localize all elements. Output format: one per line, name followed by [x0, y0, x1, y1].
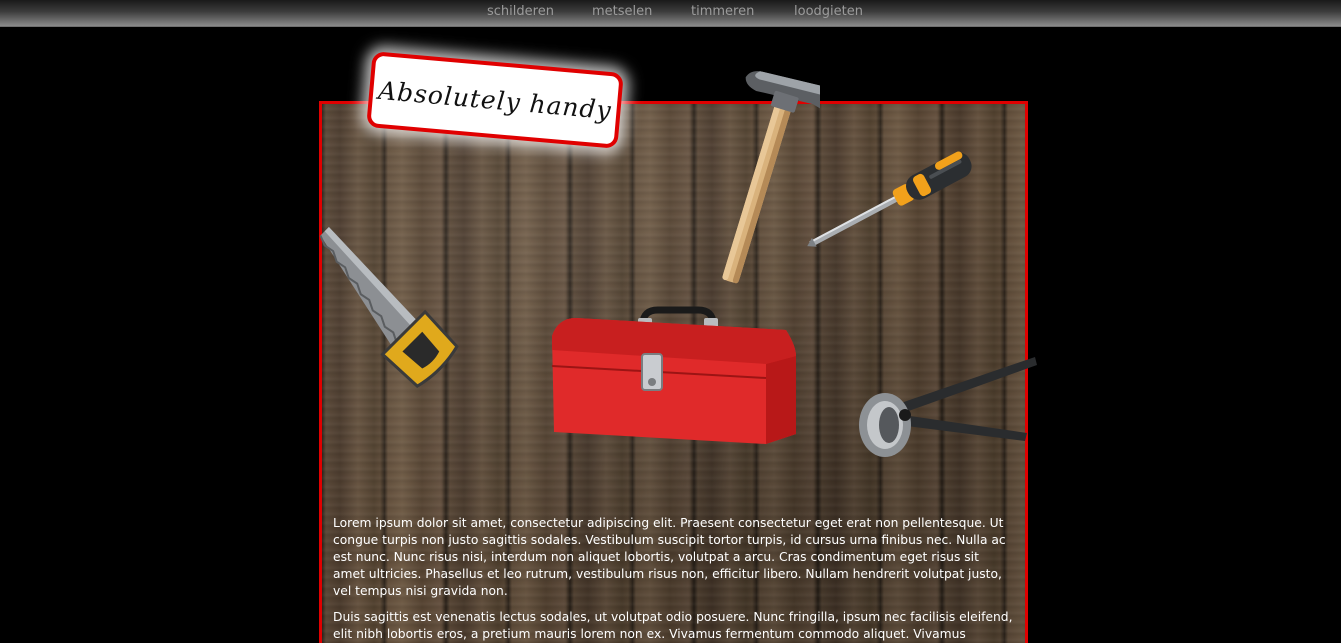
- nav-item-loodgieten[interactable]: loodgieten: [794, 4, 863, 19]
- nav-item-timmeren[interactable]: timmeren: [691, 4, 754, 19]
- screwdriver-icon: [796, 150, 996, 250]
- content-text: Lorem ipsum dolor sit amet, consectetur …: [333, 515, 1013, 643]
- toolbox-icon: [548, 306, 800, 448]
- paragraph-2: Duis sagittis est venenatis lectus sodal…: [333, 610, 1013, 641]
- nav-item-metselen[interactable]: metselen: [592, 4, 652, 19]
- page: schilderen metselen timmeren loodgieten: [0, 0, 1341, 643]
- nav-item-schilderen[interactable]: schilderen: [487, 4, 554, 19]
- pincers-icon: [855, 355, 1040, 465]
- saw-icon: [280, 205, 475, 400]
- paragraph-1: Lorem ipsum dolor sit amet, consectetur …: [333, 516, 1006, 598]
- site-title: Absolutely handy: [377, 75, 613, 125]
- top-nav-bar: schilderen metselen timmeren loodgieten: [0, 0, 1341, 27]
